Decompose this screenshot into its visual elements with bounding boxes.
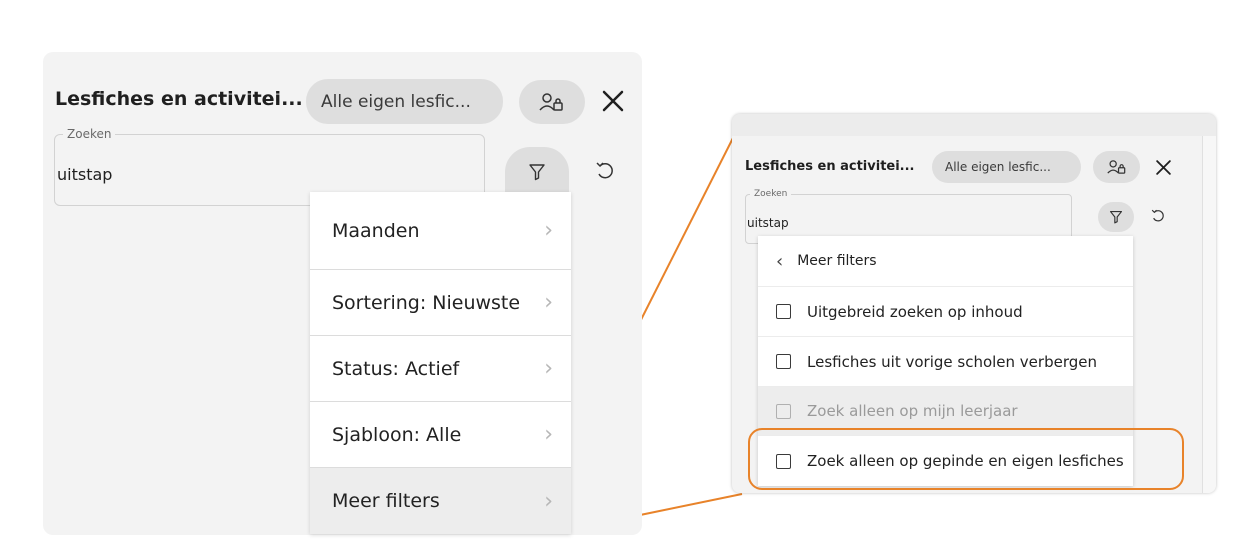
option-label: Uitgebreid zoeken op inhoud xyxy=(807,302,1023,321)
zoom-panel-title: Lesfiches en activitei... xyxy=(745,159,915,174)
search-input[interactable]: uitstap xyxy=(57,165,112,184)
option-label: Zoek alleen op mijn leerjaar xyxy=(807,402,1018,420)
chevron-right-icon: › xyxy=(544,422,553,447)
checkbox-icon xyxy=(776,403,791,419)
zoom-reset-button[interactable] xyxy=(1150,208,1166,224)
checkbox-icon[interactable] xyxy=(776,354,791,369)
search-legend: Zoeken xyxy=(63,127,116,141)
menu-item-status[interactable]: Status: Actief › xyxy=(310,336,571,402)
close-icon xyxy=(1156,160,1171,175)
zoom-close-button[interactable] xyxy=(1155,159,1172,176)
reset-icon xyxy=(1151,209,1164,222)
chevron-right-icon: › xyxy=(544,290,553,315)
user-lock-icon xyxy=(539,93,563,111)
chevron-right-icon: › xyxy=(544,356,553,381)
filter-pill[interactable]: Alle eigen lesfic... xyxy=(306,79,503,124)
menu-item-more-filters[interactable]: Meer filters › xyxy=(310,468,571,534)
submenu-back-button[interactable]: ‹ Meer filters xyxy=(758,236,1133,287)
menu-item-label: Meer filters xyxy=(332,490,440,512)
filter-icon xyxy=(529,164,545,181)
reset-button[interactable] xyxy=(594,160,616,182)
filter-icon xyxy=(1109,210,1123,224)
chevron-left-icon: ‹ xyxy=(776,250,784,272)
menu-item-sort[interactable]: Sortering: Nieuwste › xyxy=(310,270,571,336)
zoom-user-lock-button[interactable] xyxy=(1093,151,1140,183)
menu-item-label: Maanden xyxy=(332,219,420,242)
zoom-filter-button[interactable] xyxy=(1098,202,1134,232)
menu-item-template[interactable]: Sjabloon: Alle › xyxy=(310,402,571,468)
submenu-title: Meer filters xyxy=(797,253,877,269)
panel-title: Lesfiches en activitei... xyxy=(55,88,303,110)
zoom-filter-pill-label: Alle eigen lesfic... xyxy=(945,160,1051,174)
filter-pill-label: Alle eigen lesfic... xyxy=(321,91,471,112)
user-lock-button[interactable] xyxy=(519,80,585,124)
checkbox-icon[interactable] xyxy=(776,304,791,319)
zoom-filter-pill[interactable]: Alle eigen lesfic... xyxy=(932,151,1081,183)
option-extended-search[interactable]: Uitgebreid zoeken op inhoud xyxy=(758,287,1133,337)
filter-button[interactable] xyxy=(505,147,569,197)
filter-menu: Maanden › Sortering: Nieuwste › Status: … xyxy=(310,192,571,534)
zoom-panel-edge xyxy=(732,114,1216,136)
option-hide-previous-schools[interactable]: Lesfiches uit vorige scholen verbergen xyxy=(758,337,1133,387)
chevron-right-icon: › xyxy=(544,218,553,243)
option-label: Lesfiches uit vorige scholen verbergen xyxy=(807,352,1097,371)
zoom-search-input[interactable]: uitstap xyxy=(747,216,789,230)
zoom-panel-right-strip xyxy=(1202,136,1216,493)
menu-item-months[interactable]: Maanden › xyxy=(310,192,571,270)
close-icon xyxy=(602,90,624,112)
user-lock-icon xyxy=(1106,160,1125,174)
chevron-right-icon: › xyxy=(544,488,553,514)
zoom-search-legend: Zoeken xyxy=(750,189,792,199)
menu-item-label: Sjabloon: Alle xyxy=(332,423,462,446)
close-button[interactable] xyxy=(601,89,625,113)
highlight-outline xyxy=(748,428,1184,490)
menu-item-label: Status: Actief xyxy=(332,357,460,380)
menu-item-label: Sortering: Nieuwste xyxy=(332,291,521,314)
reset-icon xyxy=(596,162,613,179)
